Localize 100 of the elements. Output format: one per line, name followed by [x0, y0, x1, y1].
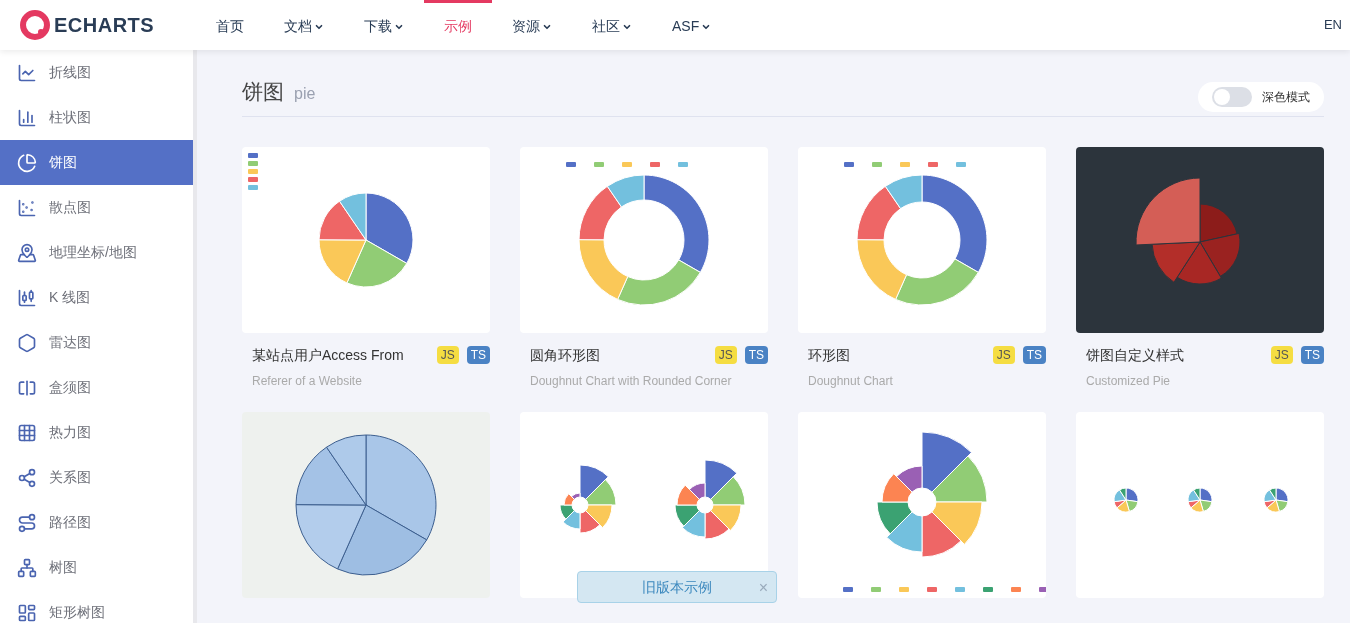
chart-thumbnail[interactable] — [242, 146, 490, 333]
chart-thumbnail[interactable] — [798, 146, 1046, 333]
chart-thumbnail[interactable] — [520, 146, 768, 333]
example-subtitle: Doughnut Chart — [807, 372, 894, 390]
pie-slice — [881, 472, 913, 502]
sidebar-item[interactable]: 饼图 — [0, 140, 193, 185]
sidebar-item[interactable]: 矩形树图 — [0, 590, 193, 623]
pie-slice — [931, 455, 988, 502]
pie-slice — [710, 475, 746, 505]
legend-swatch — [248, 176, 258, 182]
logo-text[interactable]: ECHARTS — [54, 10, 155, 40]
chart-thumbnail[interactable] — [1076, 146, 1324, 333]
grid-icon — [17, 422, 37, 443]
legend-swatch — [650, 161, 660, 167]
nav-link[interactable]: 下载 — [344, 0, 424, 50]
network-icon — [17, 467, 37, 488]
pie-slice — [585, 478, 617, 505]
language-tag[interactable]: JS — [992, 346, 1015, 364]
section-subtitle: pie — [294, 84, 316, 104]
pie-slice — [676, 484, 700, 505]
pie-slice — [559, 504, 575, 520]
section-title: 饼图 — [242, 79, 284, 105]
dark-mode-toggle[interactable]: 深色模式 — [1198, 81, 1324, 112]
legend-swatch — [248, 168, 258, 174]
example-subtitle: Customized Pie — [1085, 372, 1172, 390]
hexagon-icon — [17, 332, 37, 353]
nav-link[interactable]: 首页 — [196, 0, 264, 50]
toast-message[interactable]: 旧版本示例 — [642, 576, 712, 598]
pie-slice — [876, 501, 913, 534]
pie-slice — [931, 501, 983, 545]
legend-swatch — [928, 161, 938, 167]
example-title[interactable]: 某站点用户Access From — [252, 344, 404, 366]
tree-icon — [17, 557, 37, 578]
sidebar-item[interactable]: 热力图 — [0, 410, 193, 455]
example-title[interactable]: 饼图自定义样式 — [1086, 344, 1184, 366]
legend-swatch — [956, 161, 966, 167]
language-tag[interactable]: TS — [1300, 346, 1324, 364]
line-chart-icon — [17, 62, 37, 83]
switch-track — [1212, 86, 1252, 107]
sidebar-item[interactable]: 关系图 — [0, 455, 193, 500]
pie-slice — [674, 504, 700, 527]
language-tag[interactable]: TS — [466, 346, 490, 364]
pie-slice — [886, 510, 923, 552]
legend-swatch — [955, 586, 965, 592]
route-icon — [17, 512, 37, 533]
legend-swatch — [927, 586, 937, 592]
sidebar-item[interactable]: 路径图 — [0, 500, 193, 545]
legend-swatch — [844, 161, 854, 167]
sidebar-item[interactable]: 树图 — [0, 545, 193, 590]
map-icon — [17, 242, 37, 263]
pie-chart-icon — [17, 152, 37, 173]
pie-slice — [562, 509, 581, 529]
sidebar-item[interactable]: 散点图 — [0, 185, 193, 230]
chart-thumbnail[interactable] — [1076, 411, 1324, 598]
logo-icon — [20, 10, 50, 40]
language-tag[interactable]: JS — [436, 346, 459, 364]
legend-swatch — [899, 586, 909, 592]
scatter-chart-icon — [17, 197, 37, 218]
language-tag[interactable]: JS — [714, 346, 737, 364]
nav-link[interactable]: 资源 — [492, 0, 572, 50]
example-subtitle: Referer of a Website — [251, 372, 363, 390]
sidebar-item[interactable]: 折线图 — [0, 50, 193, 95]
legend-swatch — [566, 161, 576, 167]
legend-swatch — [843, 586, 853, 592]
legend-swatch — [871, 586, 881, 592]
bar-chart-icon — [17, 107, 37, 128]
legend-swatch — [900, 161, 910, 167]
sidebar-item[interactable]: 地理坐标/地图 — [0, 230, 193, 275]
pie-slice — [704, 509, 730, 539]
pie-slice — [579, 509, 601, 533]
nav-link[interactable]: ASF — [652, 0, 732, 50]
sidebar-item[interactable]: 盒须图 — [0, 365, 193, 410]
legend-swatch — [872, 161, 882, 167]
legend-swatch — [594, 161, 604, 167]
legend-swatch — [248, 160, 258, 166]
language-tag[interactable]: TS — [744, 346, 768, 364]
legend-swatch — [983, 586, 993, 592]
legend-swatch — [248, 152, 258, 158]
pie-slice — [710, 504, 742, 531]
language-tag[interactable]: JS — [1270, 346, 1293, 364]
nav-link[interactable]: 文档 — [264, 0, 344, 50]
example-subtitle: Doughnut Chart with Rounded Corner — [529, 372, 733, 390]
pie-slice — [585, 504, 613, 528]
language-tag[interactable]: TS — [1022, 346, 1046, 364]
chart-thumbnail[interactable] — [242, 411, 490, 598]
nav-link[interactable]: 社区 — [572, 0, 652, 50]
chart-thumbnail[interactable] — [798, 411, 1046, 598]
nav-link[interactable]: 示例 — [424, 0, 492, 50]
candlestick-icon — [17, 287, 37, 308]
legend-swatch — [622, 161, 632, 167]
pie-slice — [921, 510, 962, 557]
example-title[interactable]: 圆角环形图 — [530, 344, 600, 366]
language-link[interactable]: EN — [1323, 15, 1342, 35]
sidebar-item[interactable]: 雷达图 — [0, 320, 193, 365]
legend-swatch — [1011, 586, 1021, 592]
legend-swatch — [248, 184, 258, 190]
sidebar-item[interactable]: K 线图 — [0, 275, 193, 320]
sidebar-item[interactable]: 柱状图 — [0, 95, 193, 140]
example-title[interactable]: 环形图 — [808, 344, 850, 366]
legend-swatch — [678, 161, 688, 167]
